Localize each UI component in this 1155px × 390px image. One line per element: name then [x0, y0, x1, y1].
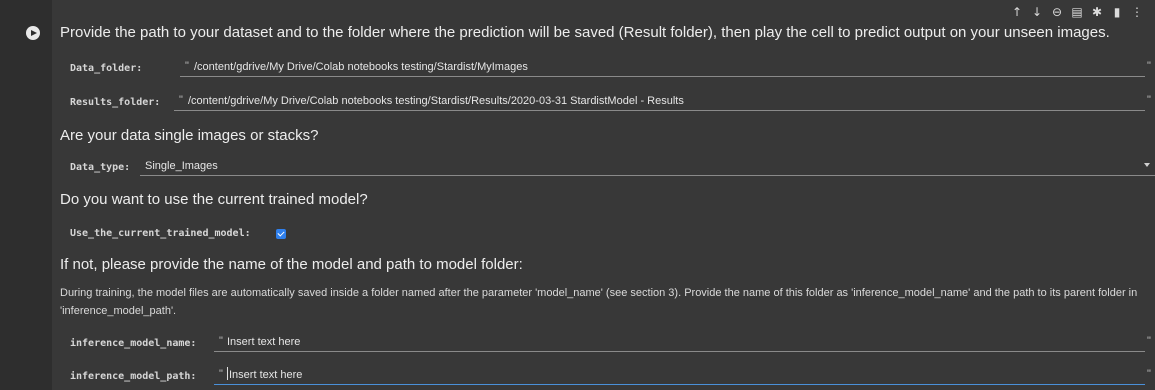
data-folder-input[interactable]: /content/gdrive/My Drive/Colab notebooks…: [194, 61, 528, 73]
inference-path-open-quote: ": [219, 368, 223, 380]
data-folder-open-quote: ": [185, 60, 189, 72]
use-current-model-checkbox[interactable]: [276, 229, 286, 239]
arrow-up-icon[interactable]: ↑: [1011, 5, 1023, 19]
data-type-label: Data_type:: [70, 162, 131, 173]
gear-icon[interactable]: ✱: [1091, 5, 1103, 19]
inference-path-underline: [214, 384, 1145, 385]
question-if-not: If not, please provide the name of the m…: [60, 256, 523, 273]
colab-cell-frame: ↑ ↓ ⊖ ▤ ✱ ▮ ⋮ Provide the path to your d…: [0, 0, 1155, 390]
comment-icon[interactable]: ▤: [1071, 5, 1083, 19]
data-folder-close-quote: ": [1147, 60, 1151, 72]
inference-model-path-label: inference_model_path:: [70, 371, 197, 382]
link-icon[interactable]: ⊖: [1051, 5, 1063, 19]
inference-model-name-input[interactable]: Insert text here: [227, 336, 300, 348]
trash-icon[interactable]: ▮: [1111, 5, 1123, 19]
inference-name-close-quote: ": [1147, 335, 1151, 347]
intro-heading: Provide the path to your dataset and to …: [60, 24, 1110, 41]
results-folder-input[interactable]: /content/gdrive/My Drive/Colab notebooks…: [188, 95, 684, 107]
data-folder-underline: [180, 76, 1145, 77]
inference-path-close-quote: ": [1147, 368, 1151, 380]
data-type-underline: [140, 175, 1155, 176]
inference-model-name-label: inference_model_name:: [70, 338, 197, 349]
run-cell-button[interactable]: [26, 26, 40, 40]
cell-toolbar: ↑ ↓ ⊖ ▤ ✱ ▮ ⋮: [1011, 4, 1143, 20]
data-folder-label: Data_folder:: [70, 63, 143, 74]
text-cursor: [227, 367, 228, 380]
arrow-down-icon[interactable]: ↓: [1031, 5, 1043, 19]
results-folder-label: Results_folder:: [70, 97, 161, 108]
question-use-current-model: Do you want to use the current trained m…: [60, 191, 368, 208]
data-type-select[interactable]: Single_Images: [145, 160, 218, 172]
cell-gutter: [0, 0, 52, 390]
inference-name-open-quote: ": [219, 335, 223, 347]
chevron-down-icon[interactable]: [1144, 163, 1150, 167]
inference-model-path-input[interactable]: Insert text here: [229, 369, 302, 381]
results-folder-open-quote: ": [179, 94, 183, 106]
use-current-model-label: Use_the_current_trained_model:: [70, 228, 251, 239]
description-text: During training, the model files are aut…: [60, 287, 1138, 317]
results-folder-close-quote: ": [1147, 94, 1151, 106]
results-folder-underline: [174, 110, 1145, 111]
more-vert-icon[interactable]: ⋮: [1131, 5, 1143, 19]
inference-name-underline: [214, 351, 1145, 352]
question-single-or-stacks: Are your data single images or stacks?: [60, 127, 319, 144]
